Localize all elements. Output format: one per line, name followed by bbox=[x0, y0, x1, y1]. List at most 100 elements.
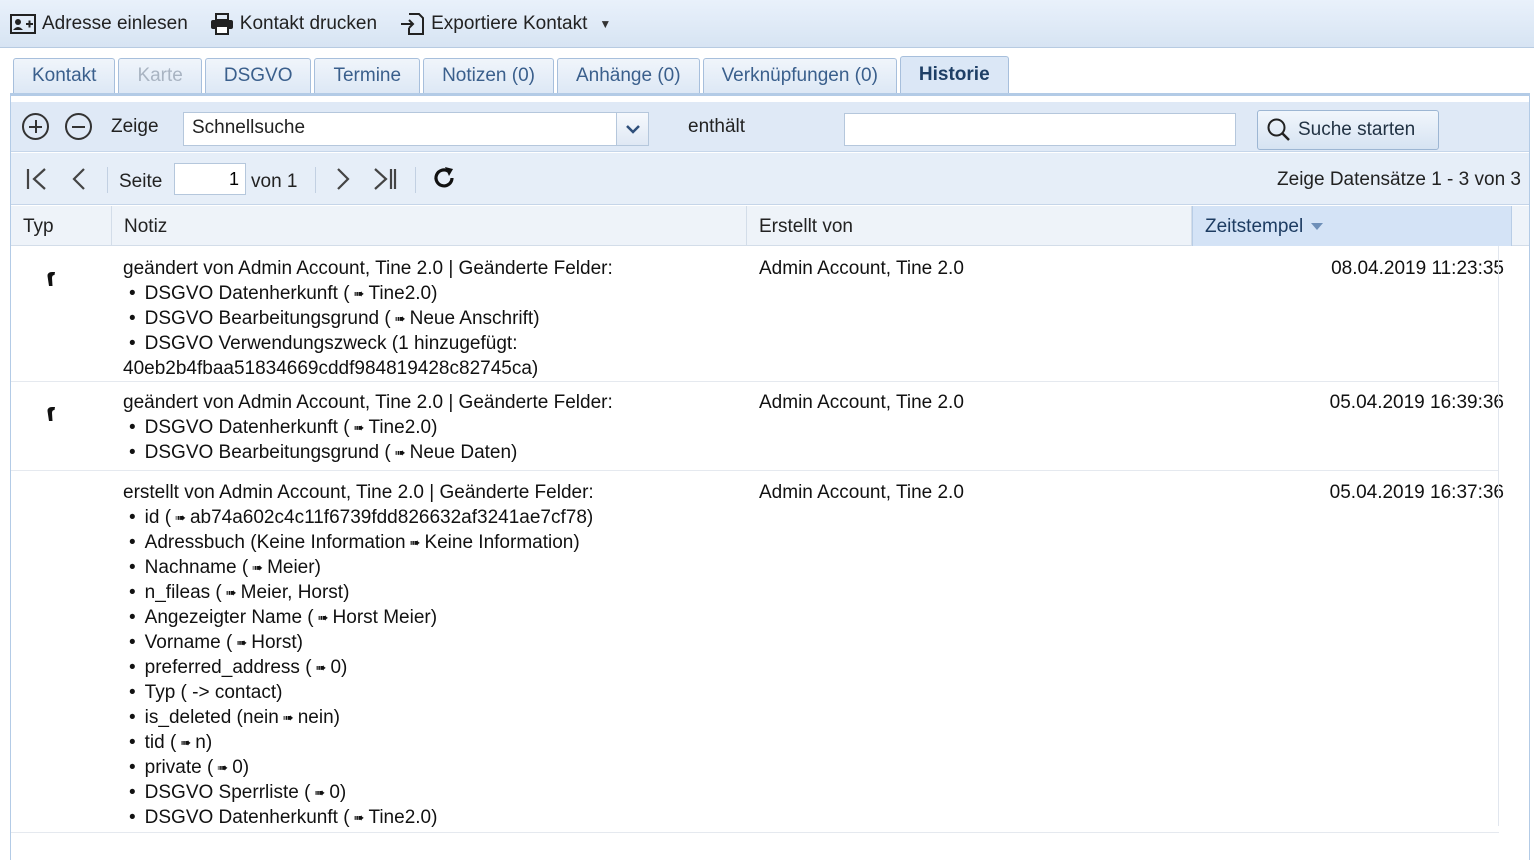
arrow-icon: ➠ bbox=[225, 585, 237, 600]
arrow-icon: ➠ bbox=[180, 735, 192, 750]
separator bbox=[315, 167, 316, 193]
timestamp-cell: 08.04.2019 11:23:35 bbox=[1331, 258, 1504, 279]
note-item: DSGVO Datenherkunft (➠Tine2.0) bbox=[123, 281, 613, 306]
chevron-down-icon bbox=[626, 125, 640, 134]
note-heading: geändert von Admin Account, Tine 2.0 | G… bbox=[123, 392, 613, 413]
arrow-icon: ➠ bbox=[315, 660, 327, 675]
arrow-icon: ➠ bbox=[236, 635, 248, 650]
chevron-down-icon: ▼ bbox=[599, 16, 612, 31]
table-row[interactable]: geändert von Admin Account, Tine 2.0 | G… bbox=[11, 382, 1504, 471]
first-page-icon[interactable] bbox=[25, 167, 51, 191]
filter-toolbar: Zeige Schnellsuche enthält Suche starten bbox=[11, 102, 1529, 152]
note-item: n_fileas (➠Meier, Horst) bbox=[123, 580, 594, 605]
filter-field-trigger[interactable] bbox=[616, 113, 648, 145]
import-address-button[interactable]: Adresse einlesen bbox=[10, 13, 188, 35]
start-search-label: Suche starten bbox=[1298, 119, 1416, 140]
note-item: DSGVO Verwendungszweck (1 hinzugefügt: bbox=[123, 331, 613, 356]
add-filter-button[interactable] bbox=[22, 113, 49, 140]
tab-notizen[interactable]: Notizen (0) bbox=[423, 58, 554, 93]
contact-card-icon bbox=[10, 13, 36, 34]
record-count-info: Zeige Datensätze 1 - 3 von 3 bbox=[1277, 169, 1521, 190]
import-address-label: Adresse einlesen bbox=[42, 12, 188, 34]
sort-descending-icon bbox=[1311, 223, 1324, 231]
timestamp-cell: 05.04.2019 16:37:36 bbox=[1329, 482, 1504, 503]
note-item: Vorname (➠Horst) bbox=[123, 630, 594, 655]
column-header-notiz[interactable]: Notiz bbox=[112, 206, 747, 246]
page-count-label: von 1 bbox=[251, 171, 298, 192]
note-cell: geändert von Admin Account, Tine 2.0 | G… bbox=[123, 390, 613, 465]
previous-page-icon[interactable] bbox=[69, 167, 89, 191]
note-item: Adressbuch (Keine Information➠Keine Info… bbox=[123, 530, 594, 555]
export-icon bbox=[401, 12, 425, 35]
creator-cell: Admin Account, Tine 2.0 bbox=[759, 258, 964, 279]
filter-field-select[interactable]: Schnellsuche bbox=[183, 112, 649, 146]
grid-header: Typ Notiz Erstellt von Zeitstempel bbox=[11, 206, 1529, 246]
separator bbox=[107, 167, 108, 193]
edit-history-icon bbox=[47, 272, 55, 286]
separator bbox=[415, 167, 416, 193]
arrow-icon: ➠ bbox=[282, 710, 294, 725]
arrow-icon: ➠ bbox=[353, 286, 365, 301]
note-item: is_deleted (nein➠nein) bbox=[123, 705, 594, 730]
edit-history-icon bbox=[47, 407, 55, 421]
table-row[interactable]: erstellt von Admin Account, Tine 2.0 | G… bbox=[11, 471, 1504, 833]
note-item: id (➠ab74a602c4c11f6739fdd826632af3241ae… bbox=[123, 505, 594, 530]
note-heading: geändert von Admin Account, Tine 2.0 | G… bbox=[123, 258, 613, 279]
column-header-typ[interactable]: Typ bbox=[11, 206, 112, 246]
remove-filter-button[interactable] bbox=[65, 113, 92, 140]
start-search-button[interactable]: Suche starten bbox=[1257, 110, 1439, 150]
tab-termine[interactable]: Termine bbox=[314, 58, 421, 93]
print-contact-label: Kontakt drucken bbox=[239, 12, 378, 34]
creator-cell: Admin Account, Tine 2.0 bbox=[759, 392, 964, 413]
arrow-icon: ➠ bbox=[314, 785, 326, 800]
table-row[interactable]: geändert von Admin Account, Tine 2.0 | G… bbox=[11, 246, 1504, 382]
note-item: DSGVO Datenherkunft (➠Tine2.0) bbox=[123, 805, 594, 830]
note-cell: erstellt von Admin Account, Tine 2.0 | G… bbox=[123, 480, 594, 830]
tab-anhaenge[interactable]: Anhänge (0) bbox=[556, 58, 700, 93]
page-number-input[interactable] bbox=[174, 163, 246, 195]
export-contact-menu[interactable]: Exportiere Kontakt ▼ bbox=[399, 12, 611, 36]
print-contact-button[interactable]: Kontakt drucken bbox=[210, 12, 378, 35]
tab-strip: Kontakt Karte DSGVO Termine Notizen (0) … bbox=[10, 56, 1530, 96]
column-header-zeitstempel[interactable]: Zeitstempel bbox=[1192, 206, 1512, 246]
last-page-icon[interactable] bbox=[371, 167, 399, 191]
refresh-icon[interactable] bbox=[431, 165, 457, 191]
arrow-icon: ➠ bbox=[217, 760, 229, 775]
note-item: tid (➠n) bbox=[123, 730, 594, 755]
printer-icon bbox=[210, 12, 233, 35]
filter-field-value: Schnellsuche bbox=[192, 117, 306, 138]
arrow-icon: ➠ bbox=[394, 311, 406, 326]
arrow-icon: ➠ bbox=[353, 810, 365, 825]
filter-value-input[interactable] bbox=[844, 113, 1236, 146]
tab-karte: Karte bbox=[118, 58, 202, 93]
note-heading: erstellt von Admin Account, Tine 2.0 | G… bbox=[123, 482, 594, 503]
arrow-icon: ➠ bbox=[252, 560, 264, 575]
arrow-icon: ➠ bbox=[317, 610, 329, 625]
action-toolbar: Adresse einlesen Kontakt drucken Exporti… bbox=[0, 0, 1534, 48]
next-page-icon[interactable] bbox=[333, 167, 353, 191]
paging-toolbar: Seite von 1 Zeige Datensätze 1 - 3 von 3 bbox=[11, 153, 1529, 205]
page-label: Seite bbox=[119, 171, 163, 192]
export-contact-label: Exportiere Kontakt bbox=[431, 12, 588, 34]
arrow-icon: ➠ bbox=[394, 445, 406, 460]
column-header-erstellt-von[interactable]: Erstellt von bbox=[747, 206, 1192, 246]
note-item: preferred_address (➠0) bbox=[123, 655, 594, 680]
arrow-icon: ➠ bbox=[353, 420, 365, 435]
tab-dsgvo[interactable]: DSGVO bbox=[204, 58, 312, 93]
note-continuation: 40eb2b4fbaa51834669cddf984819428c82745ca… bbox=[123, 358, 539, 379]
tab-verknuepfungen[interactable]: Verknüpfungen (0) bbox=[702, 58, 897, 93]
tab-historie[interactable]: Historie bbox=[899, 56, 1009, 93]
tab-kontakt[interactable]: Kontakt bbox=[13, 58, 116, 93]
note-item: Nachname (➠Meier) bbox=[123, 555, 594, 580]
grid-border bbox=[1498, 246, 1499, 826]
history-panel: Zeige Schnellsuche enthält Suche starten bbox=[10, 96, 1530, 860]
note-item: DSGVO Datenherkunft (➠Tine2.0) bbox=[123, 415, 613, 440]
search-icon bbox=[1267, 118, 1290, 141]
operator-label: enthält bbox=[688, 116, 746, 137]
timestamp-cell: 05.04.2019 16:39:36 bbox=[1329, 392, 1504, 413]
note-item: DSGVO Bearbeitungsgrund (➠Neue Anschrift… bbox=[123, 306, 613, 331]
note-item: private (➠0) bbox=[123, 755, 594, 780]
note-item: Angezeigter Name (➠Horst Meier) bbox=[123, 605, 594, 630]
note-cell: geändert von Admin Account, Tine 2.0 | G… bbox=[123, 256, 613, 381]
arrow-icon: ➠ bbox=[409, 535, 421, 550]
